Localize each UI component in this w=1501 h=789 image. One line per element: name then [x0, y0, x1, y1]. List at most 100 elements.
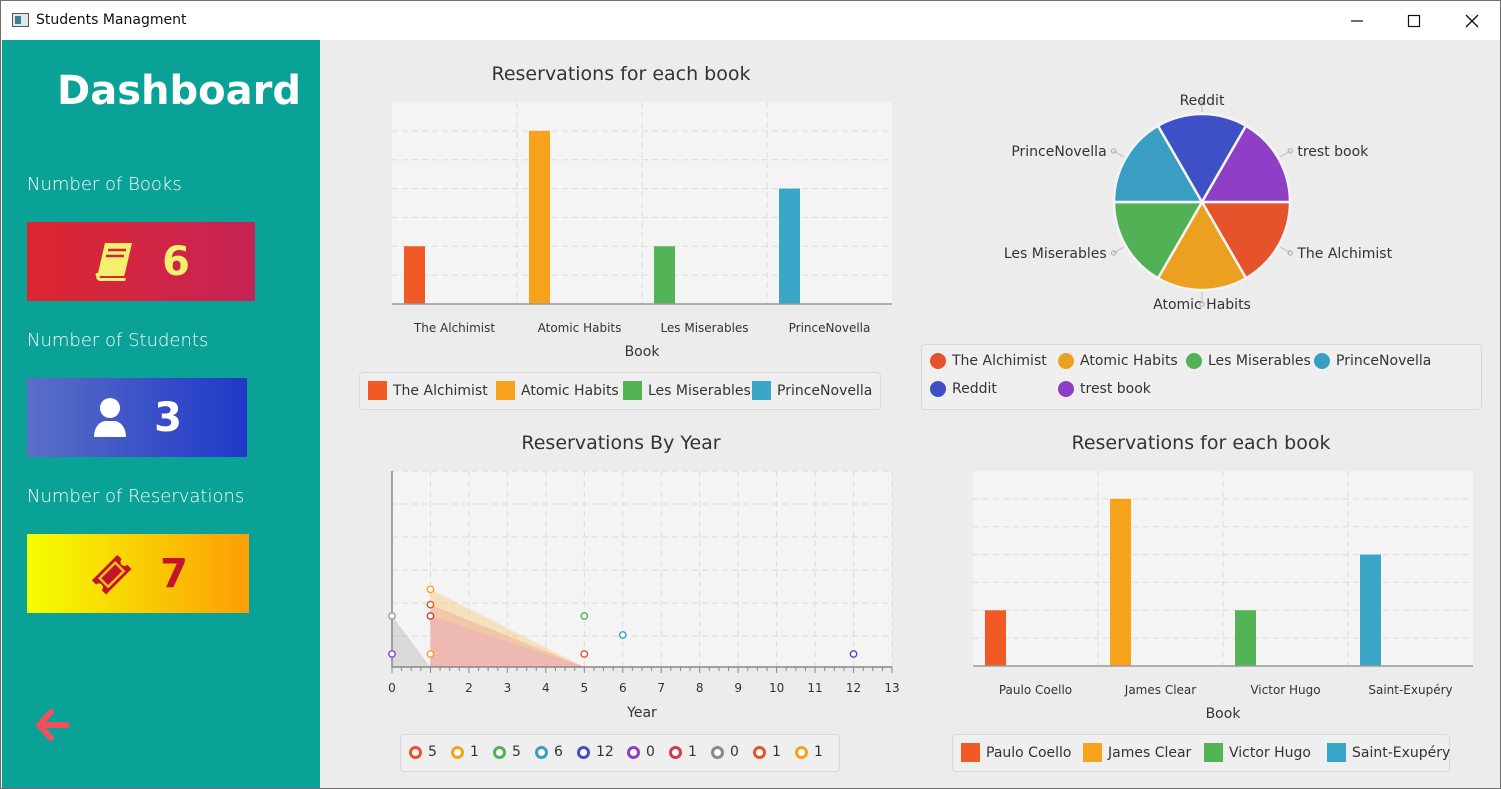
legend-swatch — [368, 381, 387, 400]
books-count-card[interactable]: 6 — [27, 222, 255, 301]
legend-item: 5 — [493, 744, 521, 760]
area-legend: 5 1 5 6 12 0 1 0 1 1 — [400, 734, 840, 772]
minimize-icon — [1351, 19, 1363, 22]
legend-swatch — [535, 745, 548, 759]
legend-item: Victor Hugo — [1204, 743, 1311, 762]
legend-label: 0 — [730, 744, 739, 760]
legend-item: Paulo Coello — [961, 743, 1071, 762]
app-icon — [12, 13, 29, 27]
pie-label: Atomic Habits — [1153, 297, 1251, 313]
x-tick-label: 2 — [465, 681, 473, 695]
x-tick-label: James Clear — [1124, 683, 1196, 697]
legend-swatch — [409, 745, 422, 759]
bar-the-alchimist — [404, 246, 425, 304]
legend-label: 6 — [554, 744, 563, 760]
legend-swatch — [496, 381, 515, 400]
data-point — [426, 600, 435, 609]
legend-label: Les Miserables — [648, 382, 751, 399]
back-arrow-icon[interactable] — [35, 708, 71, 742]
bar-paulo-coello — [985, 610, 1006, 666]
ticket-icon — [91, 554, 132, 595]
pie-chart-books: The Alchimist Atomic Habits Les Miserables… — [1004, 93, 1393, 313]
legend-swatch — [1186, 353, 1202, 369]
pie-label: The Alchimist — [1296, 246, 1392, 262]
legend-swatch — [1314, 353, 1330, 369]
legend-swatch — [752, 381, 771, 400]
books-count-value: 6 — [162, 238, 190, 285]
maximize-button[interactable] — [1385, 1, 1443, 40]
x-axis-label: Year — [626, 705, 657, 721]
legend-item: 0 — [711, 744, 739, 760]
legend-swatch — [961, 743, 980, 762]
reservations-count-card[interactable]: 7 — [27, 534, 249, 613]
reservations-count-value: 7 — [160, 550, 188, 597]
x-tick-label: 6 — [619, 681, 627, 695]
window-title: Students Managment — [36, 12, 187, 28]
x-tick-label: Atomic Habits — [538, 321, 622, 335]
chart-title: Reservations for each book — [1071, 432, 1331, 454]
legend-label: Atomic Habits — [1080, 353, 1178, 369]
legend-item: 0 — [627, 744, 655, 760]
data-point — [388, 650, 396, 658]
x-tick-label: 3 — [504, 681, 512, 695]
reservations-count-label: Number of Reservations — [27, 486, 245, 507]
x-tick-label: 5 — [580, 681, 588, 695]
data-point — [580, 612, 589, 620]
user-icon — [94, 397, 127, 437]
legend-label: 1 — [772, 744, 781, 760]
legend-label: Les Miserables — [1208, 353, 1311, 369]
legend-swatch — [493, 745, 506, 759]
legend-label: 12 — [596, 744, 614, 760]
data-point — [388, 612, 396, 620]
x-axis-label: Book — [625, 344, 661, 360]
close-button[interactable] — [1443, 1, 1500, 40]
legend-swatch — [795, 745, 808, 759]
x-tick-label: 0 — [388, 681, 396, 695]
pie-label: PrinceNovella — [1011, 144, 1106, 160]
legend-item: Atomic Habits — [496, 381, 619, 400]
bar-james-clear — [1110, 498, 1131, 666]
legend-item: 12 — [577, 744, 614, 760]
students-count-card[interactable]: 3 — [27, 378, 247, 457]
legend-swatch — [627, 745, 640, 759]
books-count-label: Number of Books — [27, 174, 182, 195]
legend-swatch — [1327, 743, 1346, 762]
title-bar: Students Managment — [1, 1, 1500, 40]
x-axis-label: Book — [1206, 706, 1242, 722]
pie-label: trest book — [1297, 144, 1369, 160]
legend-label: trest book — [1080, 381, 1151, 397]
legend-item: 1 — [753, 744, 781, 760]
x-tick-label: 8 — [696, 681, 704, 695]
legend-item: PrinceNovella — [752, 381, 872, 400]
pie-label: Reddit — [1180, 93, 1225, 109]
legend-label: 1 — [470, 744, 479, 760]
maximize-icon — [1407, 14, 1421, 27]
minimize-button[interactable] — [1328, 1, 1386, 40]
legend-swatch — [451, 745, 464, 759]
x-tick-label: 10 — [769, 681, 784, 695]
legend-label: The Alchimist — [952, 353, 1047, 369]
data-point — [426, 585, 435, 594]
x-tick-label: PrinceNovella — [789, 321, 871, 335]
legend-item: Les Miserables — [1186, 353, 1311, 369]
bar-princenovella — [779, 188, 800, 304]
legend-label: 1 — [814, 744, 823, 760]
legend-label: 5 — [428, 744, 437, 760]
bar-les-miserables — [654, 246, 675, 304]
legend-item: Reddit — [930, 381, 997, 397]
legend-item: Les Miserables — [623, 381, 751, 400]
bar-chart-authors: Paulo Coello James Clear Victor Hugo Saint-… — [973, 471, 1473, 722]
bar-saint-exup-ry — [1360, 554, 1381, 666]
pie-label: Les Miserables — [1004, 246, 1107, 262]
legend-label: Atomic Habits — [521, 382, 619, 399]
legend-label: 5 — [512, 744, 521, 760]
legend-swatch — [1204, 743, 1223, 762]
legend-swatch — [930, 353, 946, 369]
legend-label: The Alchimist — [393, 382, 488, 399]
legend-item: 1 — [795, 744, 823, 760]
legend-item: The Alchimist — [368, 381, 488, 400]
legend-item: The Alchimist — [930, 353, 1047, 369]
legend-swatch — [577, 745, 590, 759]
legend-label: PrinceNovella — [777, 382, 873, 399]
x-tick-label: The Alchimist — [413, 321, 495, 335]
